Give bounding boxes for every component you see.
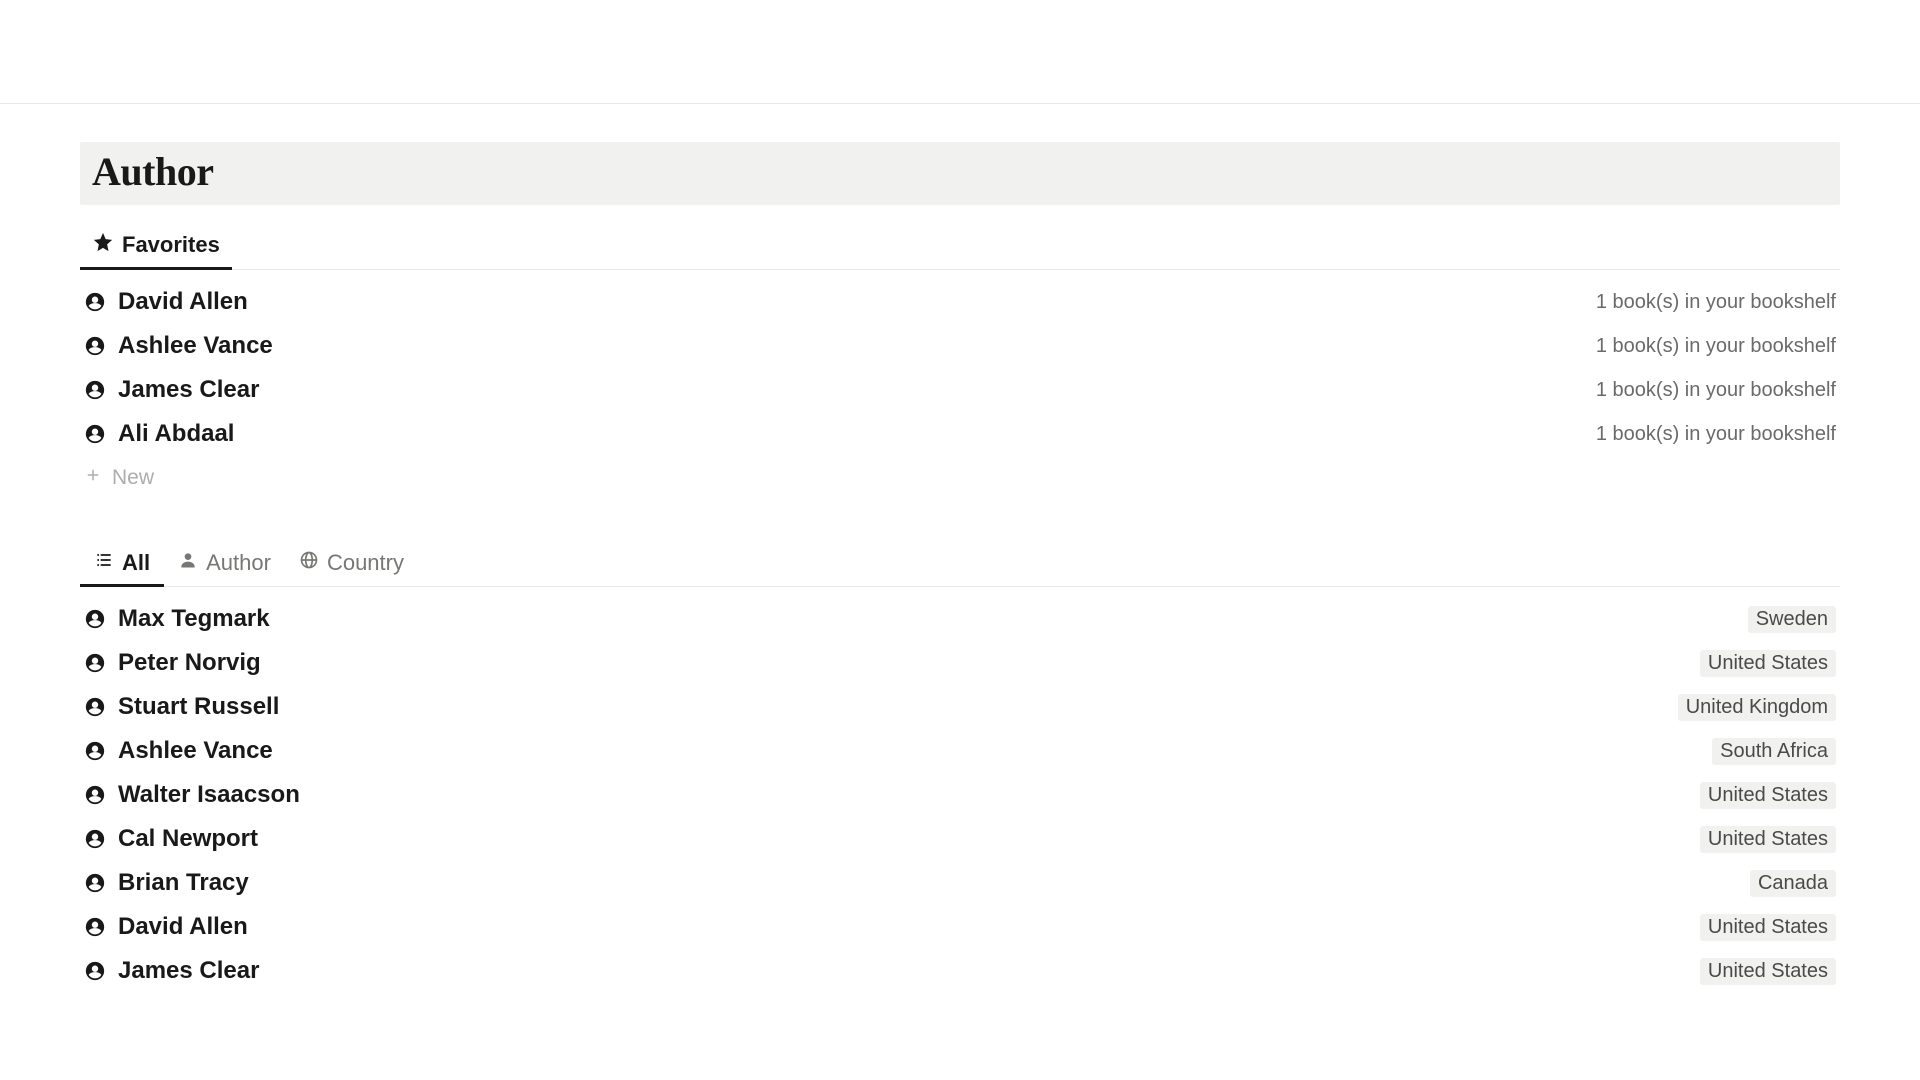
author-row[interactable]: Cal Newport United States [80,817,1840,861]
book-count: 1 book(s) in your bookshelf [1596,379,1836,402]
author-name: David Allen [118,288,248,316]
person-icon [84,872,106,894]
author-name: David Allen [118,913,248,941]
favorite-row[interactable]: David Allen 1 book(s) in your bookshelf [80,280,1840,324]
new-label: New [112,466,154,490]
author-name: Stuart Russell [118,693,279,721]
person-icon [84,784,106,806]
author-name: James Clear [118,376,259,404]
country-tag: United States [1700,782,1836,809]
person-icon [84,379,106,401]
star-icon [92,231,114,259]
globe-icon [299,550,319,576]
new-button[interactable]: New [80,456,1840,500]
author-row[interactable]: David Allen United States [80,905,1840,949]
main-content: Author Favorites David Allen 1 book(s) i… [0,104,1920,993]
country-tag: United States [1700,826,1836,853]
author-row[interactable]: Stuart Russell United Kingdom [80,685,1840,729]
row-left: David Allen [84,913,248,941]
tab-all[interactable]: All [80,542,164,586]
person-icon [84,960,106,982]
tab-favorites[interactable]: Favorites [80,223,232,269]
person-icon [84,696,106,718]
author-name: Peter Norvig [118,649,261,677]
person-icon [84,423,106,445]
country-tag: United Kingdom [1678,694,1836,721]
top-header-spacer [0,0,1920,104]
person-icon [84,335,106,357]
author-name: Cal Newport [118,825,258,853]
page-title-bar: Author [80,142,1840,205]
author-name: Max Tegmark [118,605,270,633]
author-row[interactable]: Brian Tracy Canada [80,861,1840,905]
tab-author-label: Author [206,550,271,576]
person-icon [178,550,198,576]
person-icon [84,291,106,313]
person-icon [84,608,106,630]
author-row[interactable]: Max Tegmark Sweden [80,597,1840,641]
view-tabs: All Author Country [80,536,1840,587]
book-count: 1 book(s) in your bookshelf [1596,291,1836,314]
favorite-row[interactable]: Ali Abdaal 1 book(s) in your bookshelf [80,412,1840,456]
author-name: James Clear [118,957,259,985]
book-count: 1 book(s) in your bookshelf [1596,423,1836,446]
row-left: Ashlee Vance [84,332,273,360]
author-name: Ashlee Vance [118,737,273,765]
favorites-list: David Allen 1 book(s) in your bookshelf … [80,270,1840,500]
favorite-row[interactable]: James Clear 1 book(s) in your bookshelf [80,368,1840,412]
author-name: Walter Isaacson [118,781,300,809]
section-gap [80,500,1840,536]
tab-country-label: Country [327,550,404,576]
country-tag: United States [1700,650,1836,677]
tab-author[interactable]: Author [164,542,285,586]
person-icon [84,652,106,674]
row-left: Brian Tracy [84,869,249,897]
author-name: Ali Abdaal [118,420,234,448]
country-tag: South Africa [1712,738,1836,765]
country-tag: United States [1700,914,1836,941]
country-tag: Canada [1750,870,1836,897]
row-left: Ashlee Vance [84,737,273,765]
row-left: Max Tegmark [84,605,270,633]
author-name: Brian Tracy [118,869,249,897]
author-name: Ashlee Vance [118,332,273,360]
list-icon [94,550,114,576]
book-count: 1 book(s) in your bookshelf [1596,335,1836,358]
row-left: James Clear [84,376,259,404]
row-left: David Allen [84,288,248,316]
author-row[interactable]: James Clear United States [80,949,1840,993]
row-left: Peter Norvig [84,649,261,677]
plus-icon [84,466,102,490]
person-icon [84,916,106,938]
row-left: Ali Abdaal [84,420,234,448]
person-icon [84,740,106,762]
person-icon [84,828,106,850]
author-row[interactable]: Ashlee Vance South Africa [80,729,1840,773]
row-left: Walter Isaacson [84,781,300,809]
country-tag: Sweden [1748,606,1836,633]
page-title: Author [92,148,1828,195]
tab-favorites-label: Favorites [122,232,220,258]
author-row[interactable]: Peter Norvig United States [80,641,1840,685]
tab-all-label: All [122,550,150,576]
favorite-row[interactable]: Ashlee Vance 1 book(s) in your bookshelf [80,324,1840,368]
row-left: James Clear [84,957,259,985]
country-tag: United States [1700,958,1836,985]
row-left: Stuart Russell [84,693,279,721]
author-row[interactable]: Walter Isaacson United States [80,773,1840,817]
favorites-tab-row: Favorites [80,205,1840,270]
row-left: Cal Newport [84,825,258,853]
authors-list: Max Tegmark Sweden Peter Norvig United S… [80,587,1840,993]
tab-country[interactable]: Country [285,542,418,586]
